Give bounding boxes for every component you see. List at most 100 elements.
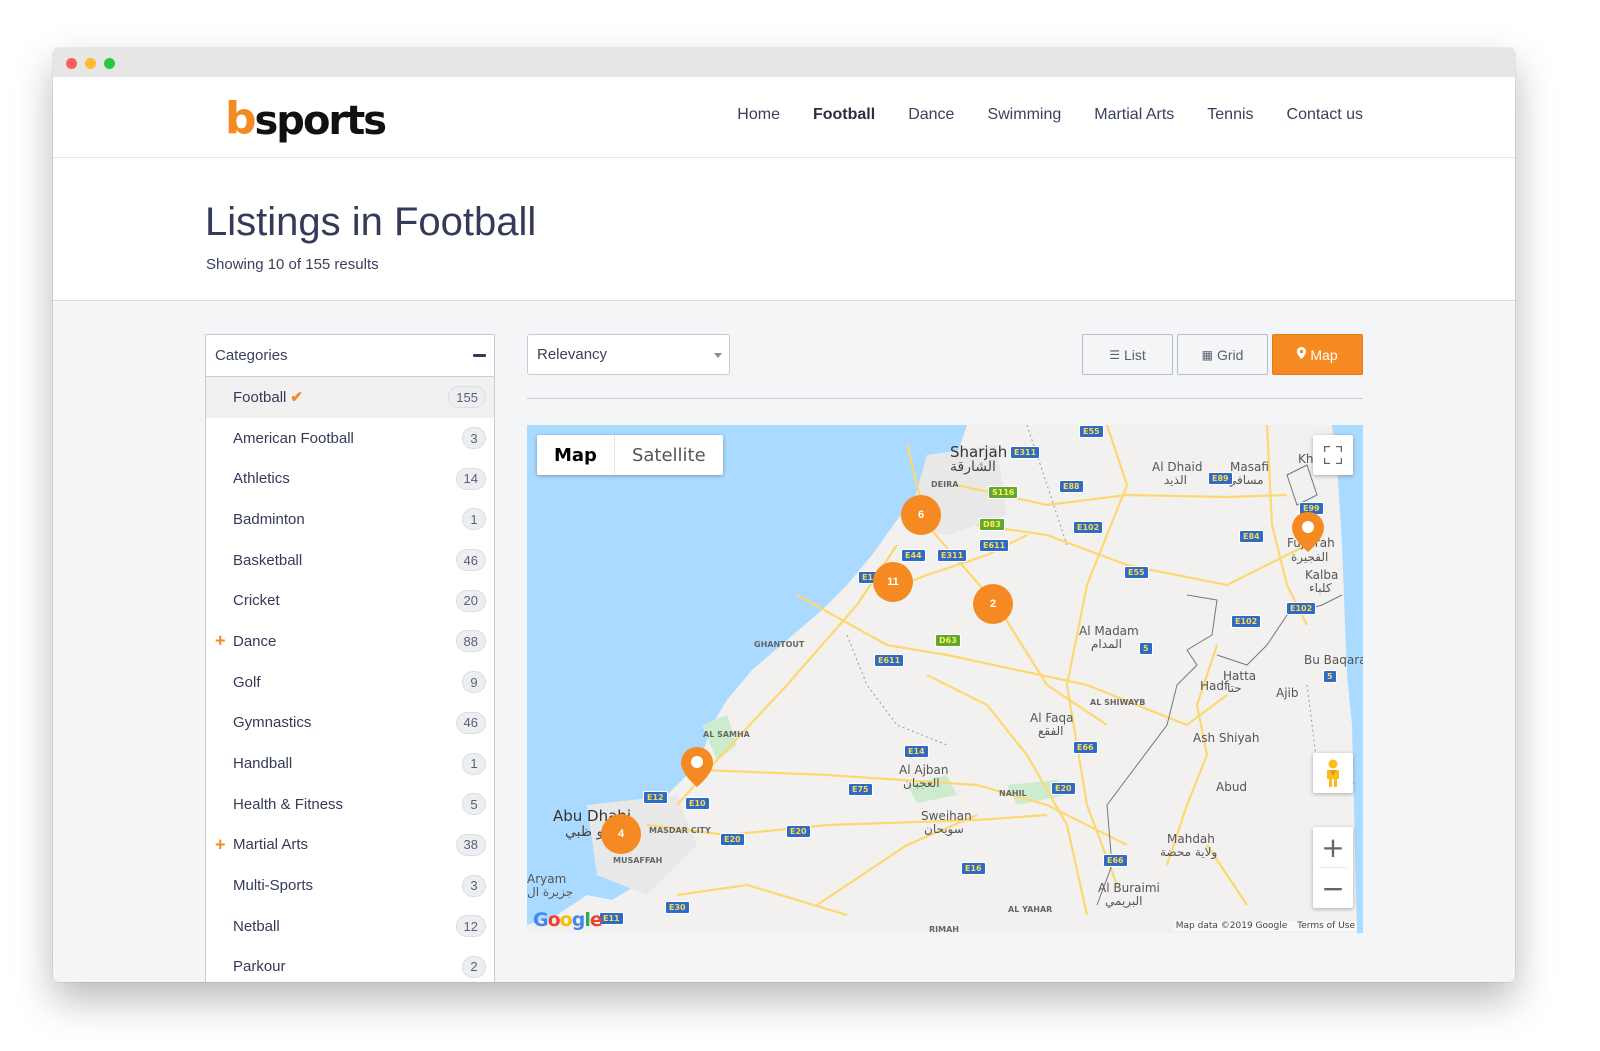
map-label-aryam: Aryam bbox=[527, 872, 567, 886]
maximize-window-button[interactable] bbox=[104, 58, 115, 69]
nav-football[interactable]: Football bbox=[813, 106, 875, 124]
map-label-al-faqa-arabic: الفقع bbox=[1038, 724, 1064, 738]
categories-header[interactable]: Categories bbox=[206, 335, 494, 377]
category-label: Badminton bbox=[233, 510, 305, 528]
category-count-badge: 1 bbox=[462, 508, 486, 531]
map-cluster-marker[interactable]: 4 bbox=[601, 814, 641, 854]
road-shield: D63 bbox=[935, 634, 961, 647]
map-label-sharjah-arabic: الشارقة bbox=[950, 459, 996, 475]
map-cluster-marker[interactable]: 11 bbox=[873, 562, 913, 602]
fullscreen-icon bbox=[1324, 446, 1342, 464]
zoom-out-button[interactable]: − bbox=[1313, 868, 1353, 908]
category-item[interactable]: + Dance 88 bbox=[206, 621, 494, 662]
category-count-badge: 88 bbox=[455, 630, 486, 653]
list-icon: ☰ bbox=[1109, 347, 1120, 362]
category-count-badge: 3 bbox=[462, 427, 486, 450]
terms-of-use-link[interactable]: Terms of Use bbox=[1297, 921, 1355, 931]
category-item[interactable]: Handball 1 bbox=[206, 743, 494, 784]
map-widget[interactable]: Sharjah الشارقة Abu Dhabi أبو ظبي Al Dha… bbox=[527, 425, 1363, 933]
map-label-al-madam: Al Madam bbox=[1079, 624, 1139, 638]
zoom-in-button[interactable]: + bbox=[1313, 827, 1353, 867]
close-window-button[interactable] bbox=[66, 58, 77, 69]
map-label-ash-shiyah: Ash Shiyah bbox=[1193, 731, 1260, 745]
category-item[interactable]: Multi-Sports 3 bbox=[206, 865, 494, 906]
map-label-al-buraimi: Al Buraimi bbox=[1098, 881, 1160, 895]
nav-contact-us[interactable]: Contact us bbox=[1287, 106, 1363, 124]
toolbar-divider bbox=[527, 398, 1363, 399]
grid-view-button[interactable]: ▦ Grid bbox=[1177, 334, 1268, 375]
map-pin-marker[interactable] bbox=[681, 747, 713, 787]
map-view-button[interactable]: Map bbox=[1272, 334, 1363, 375]
sort-select[interactable]: Relevancy bbox=[527, 334, 730, 375]
expand-plus-icon[interactable]: + bbox=[215, 836, 226, 854]
map-label-aryam-arabic: جزيرة ال bbox=[527, 885, 574, 899]
category-count-badge: 46 bbox=[455, 549, 486, 572]
category-item[interactable]: Gymnastics 46 bbox=[206, 703, 494, 744]
road-shield: E88 bbox=[1059, 480, 1084, 493]
category-item[interactable]: Parkour 2 bbox=[206, 947, 494, 982]
map-type-control: Map Satellite bbox=[537, 435, 723, 475]
category-label: Dance bbox=[233, 632, 277, 650]
minus-icon[interactable] bbox=[473, 354, 486, 357]
road-shield: E55 bbox=[1079, 425, 1104, 438]
road-shield: E20 bbox=[786, 825, 811, 838]
category-item[interactable]: Cricket 20 bbox=[206, 580, 494, 621]
map-label-al-madam-arabic: المدام bbox=[1091, 637, 1122, 651]
map-label-al-buraimi-arabic: البريمي bbox=[1105, 894, 1143, 908]
page-hero: Listings in Football Showing 10 of 155 r… bbox=[53, 158, 1515, 301]
road-shield: E311 bbox=[1010, 446, 1041, 459]
nav-dance[interactable]: Dance bbox=[908, 106, 954, 124]
checkmark-icon: ✔ bbox=[290, 389, 303, 407]
road-shield: E11 bbox=[599, 912, 624, 925]
results-count: Showing 10 of 155 results bbox=[206, 256, 379, 273]
map-label-abud: Abud bbox=[1216, 780, 1248, 794]
category-label: Gymnastics bbox=[233, 714, 312, 732]
road-shield: 5 bbox=[1323, 670, 1337, 683]
road-shield: E102 bbox=[1073, 521, 1104, 534]
street-view-pegman[interactable] bbox=[1313, 753, 1353, 793]
map-type-satellite-button[interactable]: Satellite bbox=[615, 435, 723, 475]
category-count-badge: 5 bbox=[462, 793, 486, 816]
road-shield: E102 bbox=[1286, 602, 1317, 615]
road-shield: E611 bbox=[979, 539, 1010, 552]
expand-plus-icon[interactable]: + bbox=[215, 632, 226, 650]
map-cluster-marker[interactable]: 6 bbox=[901, 495, 941, 535]
category-item[interactable]: Basketball 46 bbox=[206, 540, 494, 581]
map-attribution: Map data ©2019 Google Terms of Use bbox=[1173, 921, 1357, 931]
map-label-al-samha: AL SAMHA bbox=[703, 730, 750, 739]
bsports-logo[interactable]: b sports bbox=[225, 91, 387, 142]
category-item[interactable]: Football ✔ 155 bbox=[206, 377, 494, 418]
minimize-window-button[interactable] bbox=[85, 58, 96, 69]
category-label: Basketball bbox=[233, 551, 303, 569]
category-item[interactable]: Health & Fitness 5 bbox=[206, 784, 494, 825]
category-item[interactable]: Golf 9 bbox=[206, 662, 494, 703]
fullscreen-button[interactable] bbox=[1313, 435, 1353, 475]
nav-martial-arts[interactable]: Martial Arts bbox=[1094, 106, 1174, 124]
map-pin-marker[interactable] bbox=[1292, 512, 1324, 552]
category-label: Cricket bbox=[233, 592, 280, 610]
nav-swimming[interactable]: Swimming bbox=[987, 106, 1061, 124]
road-shield: E75 bbox=[848, 783, 873, 796]
category-item[interactable]: Badminton 1 bbox=[206, 499, 494, 540]
map-label-al-faqa: Al Faqa bbox=[1030, 711, 1074, 725]
road-shield: E14 bbox=[904, 745, 929, 758]
category-count-badge: 2 bbox=[462, 955, 486, 978]
page-title: Listings in Football bbox=[205, 200, 537, 244]
category-item[interactable]: Athletics 14 bbox=[206, 458, 494, 499]
map-cluster-marker[interactable]: 2 bbox=[973, 584, 1013, 624]
map-pin-icon bbox=[681, 747, 713, 787]
nav-home[interactable]: Home bbox=[737, 106, 780, 124]
google-logo[interactable]: Google bbox=[533, 909, 603, 931]
list-view-button[interactable]: ☰ List bbox=[1082, 334, 1173, 375]
category-label: Football bbox=[233, 389, 287, 407]
map-type-map-button[interactable]: Map bbox=[537, 435, 615, 475]
nav-tennis[interactable]: Tennis bbox=[1207, 106, 1253, 124]
category-item[interactable]: Netball 12 bbox=[206, 906, 494, 947]
map-label-fujairah-arabic: الفجيرة bbox=[1291, 550, 1329, 564]
category-item[interactable]: American Football 3 bbox=[206, 418, 494, 459]
category-label: Athletics bbox=[233, 470, 290, 488]
grid-view-label: Grid bbox=[1216, 346, 1244, 363]
road-shield: E12 bbox=[643, 791, 668, 804]
category-item[interactable]: + Martial Arts 38 bbox=[206, 825, 494, 866]
map-label-mahdah: Mahdah bbox=[1167, 832, 1215, 846]
